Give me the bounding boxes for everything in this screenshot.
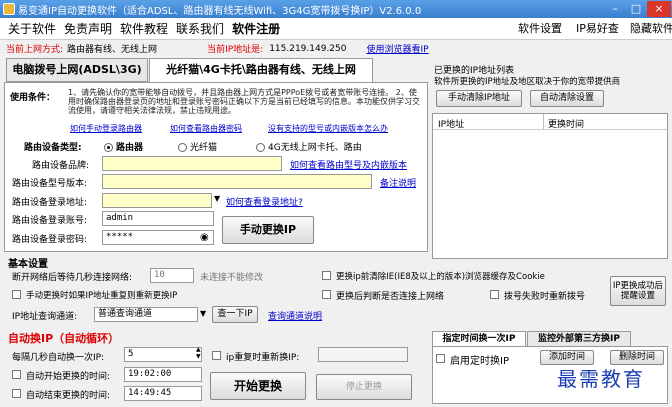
ie-clear-checkbox[interactable] [322,271,331,280]
window-title: 易变通IP自动更换软件（适合ADSL、路由器有线无线Wifi、3G4G宽带拨号换… [18,5,422,17]
watermark: 最需教育 [557,367,645,391]
tab-dial[interactable]: 电脑拨号上网(ADSL\3G) [6,58,148,82]
manual-dup-label: 手动更换时如果IP地址重复则重新更换IP [26,291,178,301]
column-divider [543,114,544,129]
reconnect-hint: 未连接不能修改 [200,273,264,283]
enable-schedule-checkbox[interactable] [436,354,445,363]
start-time-input[interactable]: 19:02:00 [124,367,202,382]
end-time-input[interactable]: 14:49:45 [124,386,202,401]
status-info-bar: 当前上网方式: 路由器有线、无线上网 当前IP地址是: 115.219.149.… [0,40,672,57]
channel-select[interactable]: 普通查询通道 [94,307,198,322]
auto-change-title: 自动换IP（自动循环） [8,332,120,345]
close-button[interactable]: × [647,1,671,17]
usage-label: 使用条件： [10,93,56,103]
address-dropdown-icon[interactable]: ▼ [214,194,220,203]
channel-label: IP地址查询通道: [12,312,78,322]
title-bar: 易变通IP自动更换软件（适合ADSL、路由器有线无线Wifi、3G4G宽带拨号换… [0,0,672,18]
menu-about[interactable]: 关于软件 [8,20,56,37]
dup-retry-checkbox[interactable] [212,351,221,360]
brand-select[interactable] [102,156,282,171]
stop-change-button[interactable]: 停止更换 [316,374,412,400]
router-type-label: 路由设备类型: [24,143,82,153]
mode-value: 路由器有线、无线上网 [67,45,158,55]
radio-4g[interactable]: 4G无线上网卡托、路由 [256,140,362,153]
menu-hide[interactable]: 隐藏软件 [630,18,672,40]
ie-clear-label: 更换ip前清除IE(IE8及以上的版本)浏览器缓存及Cookie [336,272,545,282]
dial-fail-label: 拨号失败时重新拨号 [504,292,586,302]
success-notify-button[interactable]: IP更换成功后提醒设置 [610,276,666,306]
history-desc: 软件所更换的IP地址及地区取决于你的宽带提供商 [434,77,621,87]
clear-manual-button[interactable]: 手动清除IP地址 [436,90,522,107]
channel-dropdown-icon[interactable]: ▼ [200,309,206,318]
channel-help-link[interactable]: 查询通道说明 [268,309,322,322]
check-net-checkbox[interactable] [322,290,331,299]
dial-fail-checkbox[interactable] [490,290,499,299]
radio-router[interactable]: 路由器 [104,140,143,153]
reconnect-input[interactable]: 10 [150,268,194,283]
link-unsupported[interactable]: 没有支持的型号或内嵌版本怎么办 [268,123,388,134]
dup-retry-select[interactable] [318,347,408,362]
reconnect-label: 断开网络后等待几秒连接网络: [12,273,133,283]
basic-settings-title: 基本设置 [8,259,48,270]
enable-schedule-label: 启用定时换IP [450,356,509,367]
tab-schedule[interactable]: 指定时间换一次IP [432,331,526,347]
maximize-button[interactable]: □ [626,1,646,17]
link-router-password[interactable]: 如何查看路由器密码 [170,123,242,134]
minimize-button[interactable]: – [605,1,625,17]
model-label: 路由设备型号版本: [12,179,88,189]
brand-label: 路由设备品牌: [32,161,90,171]
ip-value: 115.219.149.250 [269,43,347,54]
address-input[interactable] [102,193,212,208]
mode-label: 当前上网方式: [6,45,64,55]
password-label: 路由设备登录密码: [12,235,88,245]
tab-monitor[interactable]: 监控外部第三方换IP [527,331,631,347]
menu-contact[interactable]: 联系我们 [176,20,224,37]
interval-input[interactable]: 5 [124,347,202,362]
model-note-link[interactable]: 备注说明 [380,176,416,189]
check-net-label: 更换后判断是否连接上网络 [336,292,445,302]
menu-bar: 关于软件 免责声明 软件教程 联系我们 软件注册 软件设置 IP易好查 隐藏软件 [0,18,672,40]
interval-spinner-icon[interactable]: ▲ ▼ [196,346,201,360]
manual-dup-checkbox[interactable] [12,290,21,299]
radio-fiber[interactable]: 光纤猫 [178,140,217,153]
ip-label: 当前IP地址是: [207,45,264,55]
usage-text: 1、请先确认你的宽带能够自动拨号，并且路由器上网方式是PPPoE拨号或者宽带账号… [68,88,420,115]
end-time-label: 自动结束更换的时间: [26,391,111,401]
show-password-eye-icon[interactable]: ◉ [200,232,209,243]
account-input[interactable]: admin [102,211,214,226]
header-divider [433,129,667,130]
menu-tutorial[interactable]: 软件教程 [120,20,168,37]
start-time-label: 自动开始更换的时间: [26,372,111,382]
app-icon [3,3,15,15]
end-time-checkbox[interactable] [12,389,21,398]
password-input[interactable]: ***** [102,230,214,245]
manual-change-ip-button[interactable]: 手动更换IP [222,216,314,244]
menu-settings[interactable]: 软件设置 [518,18,562,40]
account-label: 路由设备登录账号: [12,216,88,226]
ip-history-table[interactable] [432,113,668,259]
link-manual-login[interactable]: 如何手动登录路由器 [70,123,142,134]
browser-ip-link[interactable]: 使用浏览器看IP [366,42,428,55]
dup-retry-label: ip重复时重新换IP: [226,353,300,363]
model-select[interactable] [102,174,372,189]
tab-router[interactable]: 光纤猫\4G卡托\路由器有线、无线上网 [149,58,373,83]
address-label: 路由设备登录地址: [12,198,88,208]
menu-ipgood[interactable]: IP易好查 [576,18,619,40]
brand-help-link[interactable]: 如何查看路由型号及内嵌版本 [290,158,407,171]
start-change-button[interactable]: 开始更换 [210,372,306,400]
interval-label: 每隔几秒自动换一次IP: [12,353,105,363]
check-ip-button[interactable]: 查一下IP [212,306,258,323]
address-help-link[interactable]: 如何查看登录地址? [226,195,303,208]
clear-auto-button[interactable]: 自动清除设置 [530,90,604,107]
menu-register[interactable]: 软件注册 [232,20,280,37]
start-time-checkbox[interactable] [12,370,21,379]
menu-disclaimer[interactable]: 免责声明 [64,20,112,37]
